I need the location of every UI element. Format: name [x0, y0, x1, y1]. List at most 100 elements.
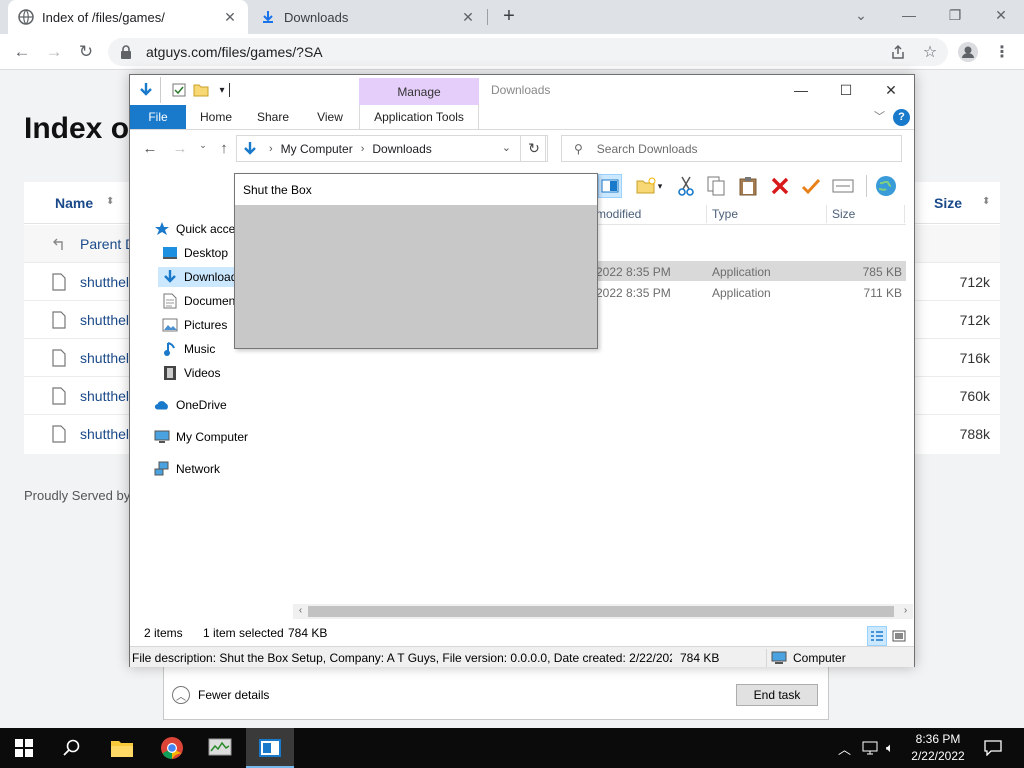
- explorer-address-bar[interactable]: › My Computer › Downloads ⌄: [236, 135, 546, 162]
- music-icon: [162, 341, 178, 357]
- end-task-button[interactable]: End task: [736, 684, 818, 706]
- network-icon: [154, 461, 170, 477]
- file-explorer-icon[interactable]: [98, 728, 146, 768]
- share-icon[interactable]: [886, 40, 910, 64]
- row-name[interactable]: shutthel: [80, 426, 129, 442]
- size-column-header[interactable]: Size: [832, 207, 855, 221]
- restore-icon[interactable]: ❐: [932, 0, 978, 30]
- search-input[interactable]: ⚲ Search Downloads: [561, 135, 902, 162]
- close-icon[interactable]: ✕: [222, 9, 238, 26]
- properties-icon[interactable]: [171, 82, 187, 98]
- nav-onedrive[interactable]: OneDrive: [154, 395, 293, 415]
- nav-network[interactable]: Network: [154, 459, 293, 479]
- list-item[interactable]: 2022 8:35 PM Application 711 KB: [596, 282, 906, 302]
- fewer-details-button[interactable]: ︿ Fewer details: [172, 686, 269, 704]
- delete-icon[interactable]: [768, 174, 792, 198]
- task-manager-icon[interactable]: [196, 728, 244, 768]
- reload-icon[interactable]: ↻: [74, 40, 98, 64]
- size-column-header[interactable]: Size: [934, 195, 962, 211]
- sort-icon: ⬍: [106, 196, 115, 207]
- windows-start-icon[interactable]: [0, 728, 48, 768]
- close-icon[interactable]: ✕: [460, 9, 476, 26]
- address-dropdown-icon[interactable]: ⌄: [502, 141, 511, 154]
- new-folder-icon[interactable]: [193, 82, 209, 98]
- profile-icon[interactable]: [956, 40, 980, 64]
- customize-qat-icon[interactable]: ▾: [214, 82, 230, 98]
- breadcrumb-my-computer[interactable]: My Computer: [281, 142, 353, 156]
- up-arrow-icon[interactable]: ↑: [214, 140, 234, 158]
- task-manager-window: ︿ Fewer details End task: [163, 666, 829, 720]
- row-name[interactable]: Parent D: [80, 236, 135, 252]
- clock[interactable]: 8:36 PM 2/22/2022: [886, 731, 990, 765]
- horizontal-scrollbar[interactable]: ‹ ›: [293, 604, 913, 619]
- menu-dots-icon[interactable]: ⋮: [990, 40, 1014, 64]
- preview-pane-icon[interactable]: [598, 174, 622, 198]
- nav-videos[interactable]: Videos: [162, 363, 293, 383]
- nav-my-computer[interactable]: My Computer: [154, 427, 293, 447]
- scroll-thumb[interactable]: [308, 606, 894, 617]
- active-window-icon[interactable]: [246, 728, 294, 768]
- tab-file[interactable]: File: [130, 105, 186, 129]
- type-column-header[interactable]: Type: [712, 207, 738, 221]
- modified-column-header[interactable]: modified: [596, 207, 641, 221]
- paste-icon[interactable]: [736, 174, 760, 198]
- list-item[interactable]: 2022 8:35 PM Application 785 KB: [596, 261, 906, 281]
- name-column-header[interactable]: Name: [55, 195, 93, 211]
- tab-application-tools[interactable]: Application Tools: [359, 105, 479, 129]
- refresh-button[interactable]: ↻: [520, 135, 548, 162]
- row-name[interactable]: shutthel: [80, 350, 129, 366]
- tab-view[interactable]: View: [306, 105, 354, 129]
- new-tab-button[interactable]: +: [498, 6, 520, 28]
- close-window-icon[interactable]: ✕: [875, 79, 907, 101]
- file-icon: [52, 273, 68, 291]
- star-icon[interactable]: ☆: [918, 40, 942, 64]
- location-label: Computer: [793, 651, 846, 665]
- file-icon: [52, 349, 68, 367]
- large-icons-view-icon[interactable]: [889, 626, 909, 646]
- copy-icon[interactable]: [704, 174, 728, 198]
- tab-home[interactable]: Home: [192, 105, 240, 129]
- address-bar[interactable]: atguys.com/files/games/?SA: [108, 38, 948, 66]
- close-window-icon[interactable]: ✕: [978, 0, 1024, 30]
- recent-locations-icon[interactable]: ⌄: [193, 140, 213, 158]
- videos-icon: [162, 365, 178, 381]
- notifications-icon[interactable]: [984, 728, 1002, 768]
- scroll-left-icon[interactable]: ‹: [293, 605, 308, 618]
- chevron-down-icon[interactable]: ⌄: [838, 0, 884, 30]
- row-name[interactable]: shutthel: [80, 388, 129, 404]
- minimize-icon[interactable]: —: [886, 0, 932, 30]
- forward-arrow-icon[interactable]: →: [42, 40, 66, 64]
- forward-arrow-icon[interactable]: →: [170, 140, 190, 158]
- row-name[interactable]: shutthel: [80, 274, 129, 290]
- maximize-icon[interactable]: ☐: [830, 79, 862, 101]
- properties-field-icon[interactable]: [831, 174, 855, 198]
- file-date: 2022 8:35 PM: [596, 286, 671, 300]
- cut-icon[interactable]: [674, 174, 698, 198]
- tab-downloads[interactable]: Downloads ✕: [250, 0, 486, 34]
- rename-check-icon[interactable]: [799, 174, 823, 198]
- back-arrow-icon[interactable]: ←: [140, 140, 160, 158]
- tab-share[interactable]: Share: [250, 105, 296, 129]
- chevron-down-icon[interactable]: ﹀: [874, 108, 885, 124]
- tray-chevron-icon[interactable]: ︿: [838, 728, 851, 768]
- search-icon[interactable]: [48, 728, 96, 768]
- breadcrumb-downloads[interactable]: Downloads: [372, 142, 431, 156]
- minimize-icon[interactable]: —: [785, 79, 817, 101]
- nav-label: Quick acce: [176, 222, 236, 236]
- page-footer: Proudly Served by: [24, 488, 131, 503]
- chrome-icon[interactable]: [148, 728, 196, 768]
- file-tooltip: Shut the Box: [234, 173, 598, 349]
- file-list-header: modified Type Size: [596, 203, 906, 225]
- network-tray-icon[interactable]: [862, 728, 878, 768]
- help-icon[interactable]: ?: [893, 109, 910, 126]
- row-name[interactable]: shutthel: [80, 312, 129, 328]
- tab-index-of-games[interactable]: Index of /files/games/ ✕: [8, 0, 248, 34]
- title-bar: ▾ Manage Downloads — ☐ ✕: [130, 75, 914, 129]
- search-placeholder: Search Downloads: [596, 141, 698, 156]
- details-view-icon[interactable]: [867, 626, 887, 646]
- scroll-right-icon[interactable]: ›: [898, 605, 913, 618]
- file-icon: [52, 387, 68, 405]
- network-globe-icon[interactable]: [874, 174, 898, 198]
- dropdown-icon[interactable]: ▾: [654, 174, 666, 198]
- back-arrow-icon[interactable]: ←: [10, 40, 34, 64]
